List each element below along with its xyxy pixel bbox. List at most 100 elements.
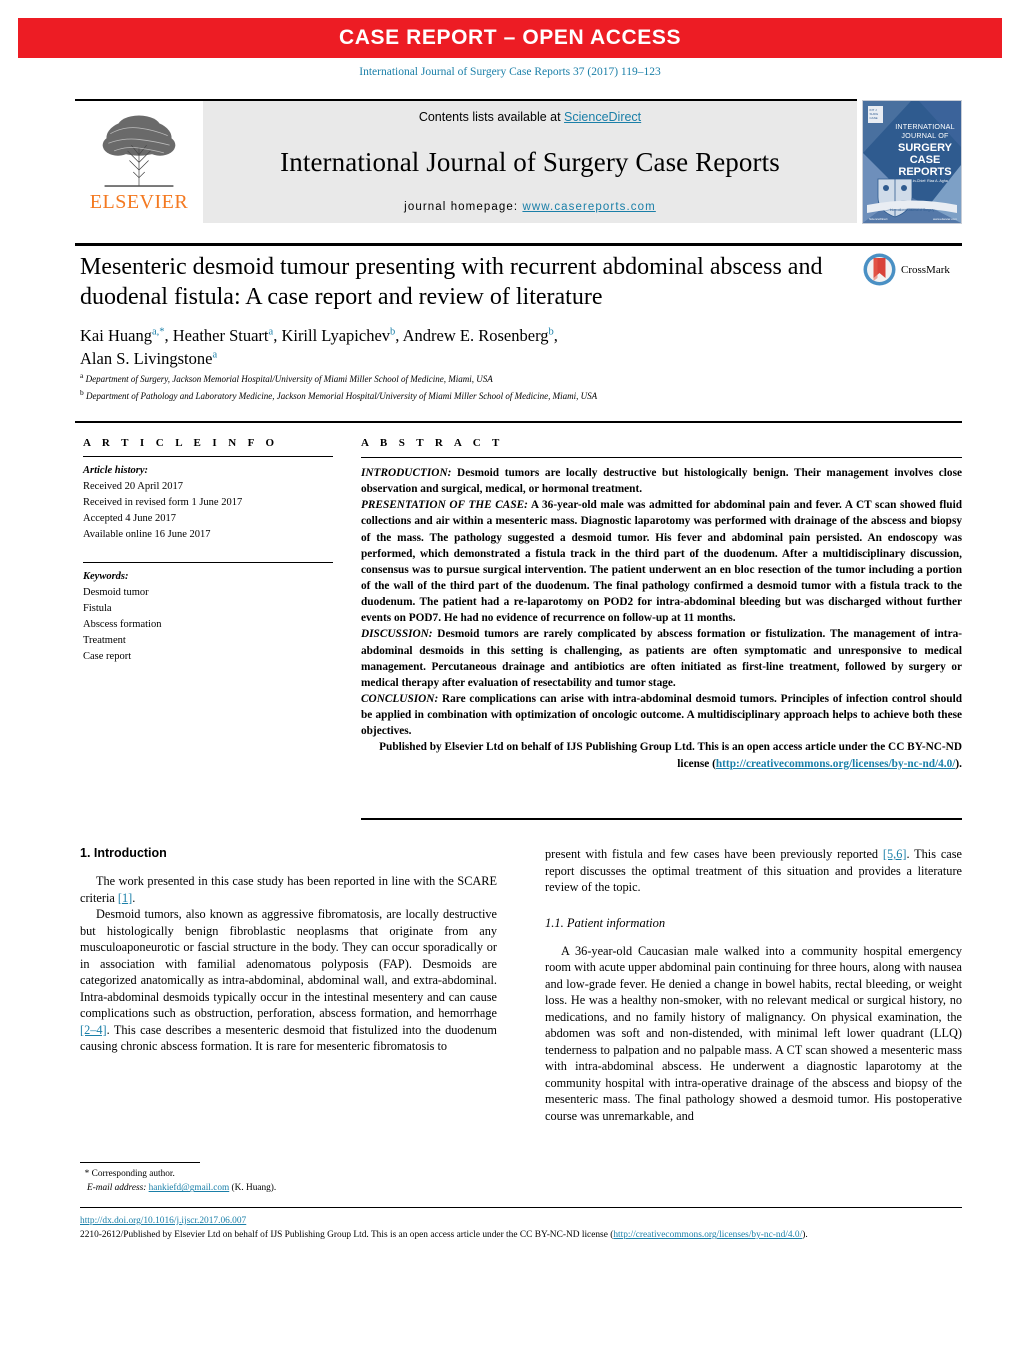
keyword-item: Desmoid tumor [83, 586, 149, 598]
sciencedirect-link[interactable]: ScienceDirect [564, 110, 641, 124]
author-sup-1: a,* [151, 326, 165, 338]
keywords-label: Keywords: [83, 570, 129, 582]
svg-text:CASE: CASE [870, 116, 878, 120]
elsevier-logo-cell: ELSEVIER [75, 101, 203, 223]
elsevier-tree-icon [102, 115, 176, 187]
crossmark-badge[interactable]: CrossMark [863, 253, 950, 286]
affiliation-a: a Department of Surgery, Jackson Memoria… [80, 370, 960, 387]
history-item: Received in revised form 1 June 2017 [83, 496, 243, 508]
article-info-rule [83, 456, 333, 457]
abstract-section: CONCLUSION: Rare complications can arise… [361, 691, 962, 739]
article-info-column: A R T I C L E I N F O Article history: R… [83, 437, 333, 664]
intro-paragraph-2: Desmoid tumors, also known as aggressive… [80, 906, 497, 1055]
patient-information-paragraph: A 36-year-old Caucasian male walked into… [545, 943, 962, 1123]
author-sep-1: , Heather Stuart [164, 325, 269, 345]
author-sep-4: , [553, 325, 558, 345]
reference-link-1[interactable]: [1] [118, 891, 132, 905]
svg-text:SURGERY: SURGERY [898, 142, 953, 154]
author-alan-livingstone: Alan S. Livingstone [80, 349, 213, 369]
intro-p2-post: . This case describes a mesenteric desmo… [80, 1022, 497, 1054]
affiliation-b-marker: b [80, 387, 84, 397]
doi-link[interactable]: http://dx.doi.org/10.1016/j.ijscr.2017.0… [80, 1214, 962, 1228]
history-item: Received 20 April 2017 [83, 480, 184, 492]
homepage-prefix: journal homepage: [404, 201, 523, 213]
keywords-block: Keywords: Desmoid tumor Fistula Abscess … [83, 561, 333, 665]
journal-cover-image: INT JSURGCASE INTERNATIONAL JOURNAL OF S… [863, 101, 961, 223]
license-tail: ). [955, 757, 962, 770]
article-history-block: Article history: Received 20 April 2017 … [83, 463, 333, 543]
page-footer: http://dx.doi.org/10.1016/j.ijscr.2017.0… [80, 1214, 962, 1242]
author-list: Kai Huanga,*, Heather Stuart a , Kirill Ly… [80, 324, 860, 371]
abstract-section-text: A 36-year-old male was admitted for abdo… [361, 499, 962, 625]
abstract-section-label: CONCLUSION: [361, 692, 439, 705]
abstract-column: A B S T R A C T INTRODUCTION: Desmoid tu… [361, 437, 962, 772]
affiliation-b-text: Department of Pathology and Laboratory M… [86, 390, 598, 401]
svg-text:JOURNAL OF: JOURNAL OF [901, 131, 949, 140]
journal-homepage-link[interactable]: www.casereports.com [522, 201, 655, 213]
intro-paragraph-continued: present with fistula and few cases have … [545, 846, 962, 896]
author-sup-5: a [212, 349, 218, 361]
keyword-item: Fistula [83, 602, 112, 614]
footnote-star: * [84, 1169, 90, 1179]
history-item: Accepted 4 June 2017 [83, 512, 177, 524]
abstract-section-text: Rare complications can arise with intra-… [361, 692, 962, 738]
footer-rule [80, 1207, 962, 1208]
abstract-section: INTRODUCTION: Desmoid tumors are locally… [361, 465, 962, 497]
affiliation-a-marker: a [80, 371, 84, 380]
affiliations: a Department of Surgery, Jackson Memoria… [80, 370, 960, 403]
crossmark-icon [863, 253, 896, 286]
article-history-label: Article history: [83, 465, 149, 476]
license-link[interactable]: http://creativecommons.org/licenses/by-n… [716, 758, 956, 770]
abstract-rule [361, 457, 962, 458]
footer-license-pre: 2210-2612/Published by Elsevier Ltd on b… [80, 1230, 614, 1241]
right-p1-pre: present with fistula and few cases have … [545, 847, 883, 861]
footnote-line-1: * Corresponding author. [80, 1167, 500, 1181]
svg-text:CASE: CASE [910, 154, 941, 166]
page-title: Mesenteric desmoid tumour presenting wit… [80, 254, 823, 311]
keyword-item: Treatment [83, 634, 126, 646]
abstract-body: INTRODUCTION: Desmoid tumors are locally… [361, 465, 962, 772]
svg-text:International Journal of Surge: International Journal of Surgery [890, 208, 935, 212]
svg-text:www.elsevier.com: www.elsevier.com [933, 217, 957, 221]
intro-paragraph-1: The work presented in this case study ha… [80, 873, 497, 906]
crossmark-label: CrossMark [901, 263, 950, 276]
corresponding-author-text: Corresponding author. [91, 1169, 175, 1179]
corresponding-author-footnote: * Corresponding author. E-mail address: … [80, 1167, 500, 1196]
article-info-heading: A R T I C L E I N F O [83, 437, 279, 449]
contents-prefix: Contents lists available at [418, 110, 565, 124]
author-sep-3: , Andrew E. Rosenberg [395, 325, 549, 345]
reference-link-2-4[interactable]: [2–4] [80, 1023, 107, 1037]
abstract-bottom-rule [361, 818, 962, 820]
author-kai-huang: Kai Huang [80, 325, 152, 345]
affiliation-a-text: Department of Surgery, Jackson Memorial … [85, 374, 493, 384]
email-owner: (K. Huang). [231, 1183, 277, 1194]
abstract-section-text: Desmoid tumors are rarely complicated by… [361, 628, 962, 689]
footnote-rule [80, 1162, 200, 1163]
abstract-license: Published by Elsevier Ltd on behalf of I… [361, 739, 962, 771]
footer-license-link[interactable]: http://creativecommons.org/licenses/by-n… [613, 1230, 802, 1240]
banner-text: CASE REPORT – OPEN ACCESS [338, 26, 682, 49]
title-area: Mesenteric desmoid tumour presenting wit… [80, 252, 860, 371]
intro-p1-pre: The work presented in this case study ha… [80, 874, 497, 905]
history-item: Available online 16 June 2017 [83, 528, 211, 540]
intro-p1-post: . [132, 890, 136, 905]
keywords-rule [83, 561, 333, 563]
body-right-column: present with fistula and few cases have … [545, 846, 962, 1226]
journal-citation: International Journal of Surgery Case Re… [359, 66, 661, 78]
info-abstract-top-rule [75, 421, 962, 423]
journal-header-block: ELSEVIER Contents lists available at Sci… [75, 101, 857, 223]
contents-available-line: Contents lists available at ScienceDirec… [419, 110, 641, 124]
title-rule [75, 243, 962, 246]
keyword-item: Case report [83, 650, 132, 662]
open-access-banner: CASE REPORT – OPEN ACCESS [18, 18, 1002, 58]
reference-link-5-6[interactable]: [5,6] [883, 847, 907, 861]
elsevier-wordmark: ELSEVIER [89, 191, 189, 213]
email-link[interactable]: hankiefd@gmail.com [149, 1183, 230, 1193]
abstract-section-label: INTRODUCTION: [361, 467, 452, 479]
journal-cover-thumbnail: INT J SURG CASE INTERNATIONAL JOURNAL OF S… [862, 100, 962, 224]
abstract-section-label: DISCUSSION: [361, 628, 433, 641]
email-address-label: E-mail address: [86, 1183, 147, 1194]
section-heading-introduction: 1. Introduction [80, 846, 167, 860]
footnote-line-2: E-mail address: hankiefd@gmail.com (K. H… [80, 1181, 500, 1195]
affiliation-b: b Department of Pathology and Laboratory… [80, 387, 960, 404]
